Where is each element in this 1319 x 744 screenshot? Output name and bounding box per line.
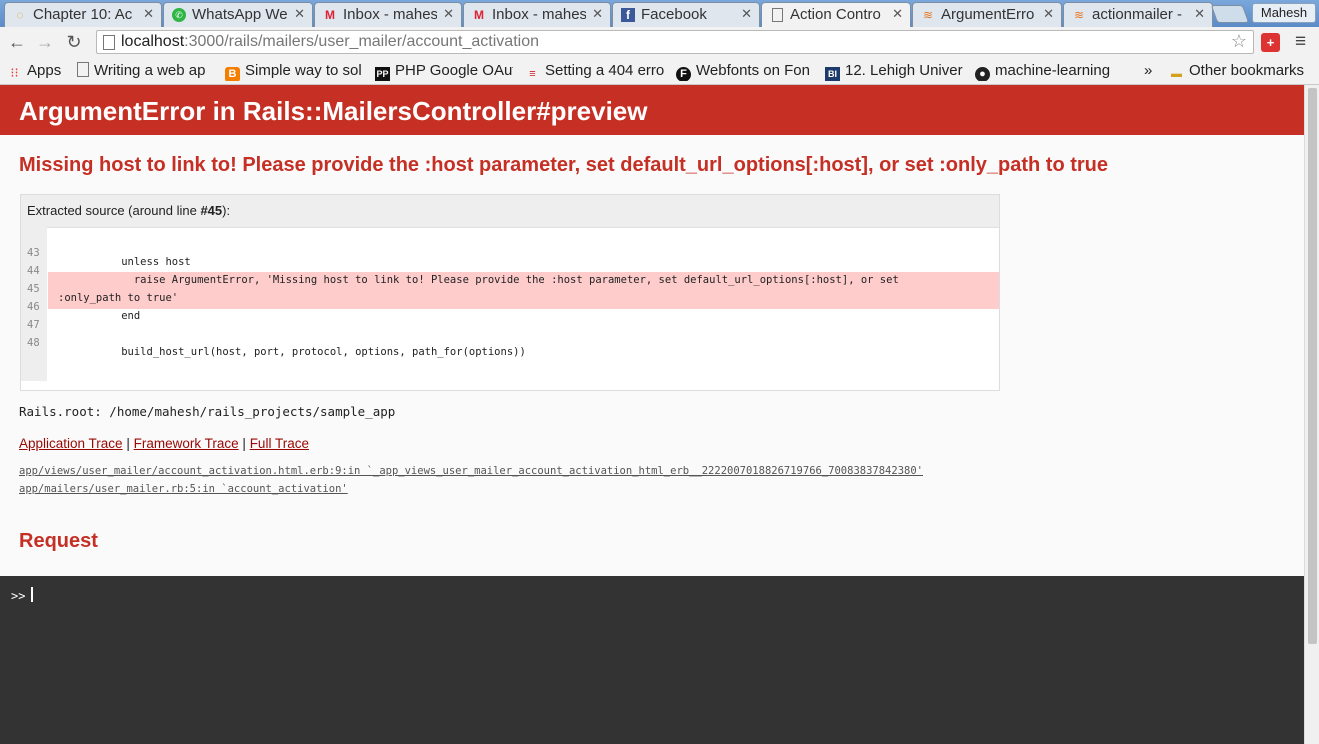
line-number-gutter: 43 44 45 46 47 48 [21, 227, 47, 381]
bookmark-lehigh[interactable]: BI 12. Lehigh Univer [825, 61, 964, 81]
star-icon[interactable]: ☆ [1231, 31, 1247, 52]
code-line: :only_path to true' [58, 292, 179, 304]
reload-icon[interactable]: ↻ [63, 31, 85, 53]
close-icon[interactable]: ✕ [892, 6, 903, 22]
bookmark-php-google[interactable]: PP PHP Google OAut [375, 61, 513, 81]
line-number: 48 [27, 337, 40, 349]
tab-title: Action Contro [790, 6, 881, 23]
tab-inbox-1[interactable]: M Inbox - mahes ✕ [314, 2, 462, 27]
code-line: unless host [58, 256, 191, 268]
console-cursor [31, 587, 33, 602]
error-message: Missing host to link to! Please provide … [19, 154, 1109, 176]
request-heading: Request [19, 530, 98, 552]
menu-icon[interactable]: ≡ [1295, 31, 1306, 53]
tab-facebook[interactable]: f Facebook ✕ [612, 2, 760, 27]
trace-line[interactable]: app/mailers/user_mailer.rb:5:in `account… [19, 483, 348, 495]
stackoverflow-icon: ≋ [922, 8, 934, 22]
line-number: 45 [27, 283, 40, 295]
tab-title: Facebook [641, 6, 707, 23]
console-prompt: >> [11, 589, 26, 603]
stripes-icon: ≡ [529, 68, 536, 80]
apps-grid-icon: ⁝⁝ [10, 65, 19, 80]
trace-line[interactable]: app/views/user_mailer/account_activation… [19, 465, 923, 477]
line-number: 47 [27, 319, 40, 331]
tab-title: Inbox - mahes [492, 6, 586, 23]
code-line: end [58, 310, 141, 322]
bookmark-writing-web-app[interactable]: Writing a web ap [77, 61, 214, 81]
new-tab-button[interactable] [1210, 5, 1250, 23]
close-icon[interactable]: ✕ [294, 6, 305, 22]
trace-links: Application Trace | Framework Trace | Fu… [19, 436, 309, 451]
close-icon[interactable]: ✕ [443, 6, 454, 22]
separator: | [242, 436, 246, 451]
vertical-scrollbar[interactable] [1304, 85, 1319, 744]
tab-title: Inbox - mahes [343, 6, 437, 23]
tab-strip: ◌ Chapter 10: Ac ✕ ✆ WhatsApp We ✕ M Inb… [0, 0, 1319, 28]
code-line: raise ArgumentError, 'Missing host to li… [58, 274, 899, 286]
page-icon [772, 8, 783, 22]
error-header: ArgumentError in Rails::MailersControlle… [0, 85, 1304, 135]
bi-icon: BI [825, 67, 840, 81]
page-icon [103, 35, 115, 50]
bookmark-machine-learning[interactable]: ● machine-learning [975, 61, 1115, 81]
bookmarks-overflow-button[interactable]: » [1144, 61, 1156, 81]
pp-icon: PP [375, 67, 390, 81]
close-icon[interactable]: ✕ [592, 6, 603, 22]
back-arrow-icon[interactable]: ← [6, 31, 28, 53]
tab-inbox-2[interactable]: M Inbox - mahes ✕ [463, 2, 611, 27]
tab-title: ArgumentErro [941, 6, 1035, 23]
line-number: 44 [27, 265, 40, 277]
line-number: 46 [27, 301, 40, 313]
bookmark-404[interactable]: ≡ Setting a 404 erro [525, 61, 664, 81]
gmail-icon: M [325, 8, 335, 22]
extracted-source: Extracted source (around line #45): 43 4… [20, 194, 1000, 391]
tab-title: WhatsApp We [192, 6, 288, 23]
source-header: Extracted source (around line #45): [21, 195, 999, 228]
address-bar[interactable]: localhost:3000/rails/mailers/user_mailer… [96, 30, 1254, 54]
rails-root: Rails.root: /home/mahesh/rails_projects/… [19, 404, 396, 419]
tab-action-controller[interactable]: Action Contro ✕ [761, 2, 911, 28]
close-icon[interactable]: ✕ [741, 6, 752, 22]
other-bookmarks[interactable]: ▬ Other bookmarks [1169, 61, 1314, 81]
fontfabric-icon: F [676, 67, 691, 81]
bookmarks-bar: ⁝⁝ Apps Writing a web ap B Simple way to s… [0, 58, 1319, 85]
github-icon: ● [975, 67, 990, 81]
scrollbar-thumb[interactable] [1308, 88, 1317, 644]
url-text[interactable]: localhost:3000/rails/mailers/user_mailer… [121, 33, 539, 51]
page-icon [77, 62, 89, 77]
tab-chapter-10[interactable]: ◌ Chapter 10: Ac ✕ [4, 2, 162, 27]
blogger-icon: B [225, 67, 240, 81]
web-console[interactable]: >> [0, 572, 1304, 744]
profile-button[interactable]: Mahesh [1252, 3, 1316, 23]
tab-title: actionmailer - [1092, 6, 1183, 23]
extension-icon[interactable]: + [1261, 33, 1280, 52]
separator: | [126, 436, 130, 451]
orange-ring-icon: ◌ [16, 8, 24, 22]
gmail-icon: M [474, 8, 484, 22]
close-icon[interactable]: ✕ [1043, 6, 1054, 22]
bookmark-webfonts[interactable]: F Webfonts on Fon [676, 61, 814, 81]
line-number: 43 [27, 247, 40, 259]
page-title: ArgumentError in Rails::MailersControlle… [19, 96, 648, 126]
stackoverflow-icon: ≋ [1073, 8, 1085, 22]
code-line: build_host_url(host, port, protocol, opt… [58, 346, 526, 358]
browser-toolbar: ← → ↻ localhost:3000/rails/mailers/user_… [0, 27, 1319, 58]
facebook-icon: f [621, 8, 635, 22]
bookmark-simple-way[interactable]: B Simple way to sol [225, 61, 363, 81]
close-icon[interactable]: ✕ [1194, 6, 1205, 22]
code-block: unless host raise ArgumentError, 'Missin… [48, 227, 999, 381]
application-trace-link[interactable]: Application Trace [19, 436, 123, 451]
tab-actionmailer[interactable]: ≋ actionmailer - ✕ [1063, 2, 1213, 27]
tab-whatsapp[interactable]: ✆ WhatsApp We ✕ [163, 2, 313, 27]
tab-argumenterror[interactable]: ≋ ArgumentErro ✕ [912, 2, 1062, 27]
close-icon[interactable]: ✕ [143, 6, 154, 22]
bookmark-apps[interactable]: ⁝⁝ Apps [7, 61, 77, 81]
framework-trace-link[interactable]: Framework Trace [134, 436, 239, 451]
folder-icon: ▬ [1171, 68, 1182, 80]
full-trace-link[interactable]: Full Trace [250, 436, 309, 451]
whatsapp-icon: ✆ [172, 8, 186, 22]
tab-title: Chapter 10: Ac [33, 6, 133, 23]
forward-arrow-icon[interactable]: → [34, 31, 56, 53]
